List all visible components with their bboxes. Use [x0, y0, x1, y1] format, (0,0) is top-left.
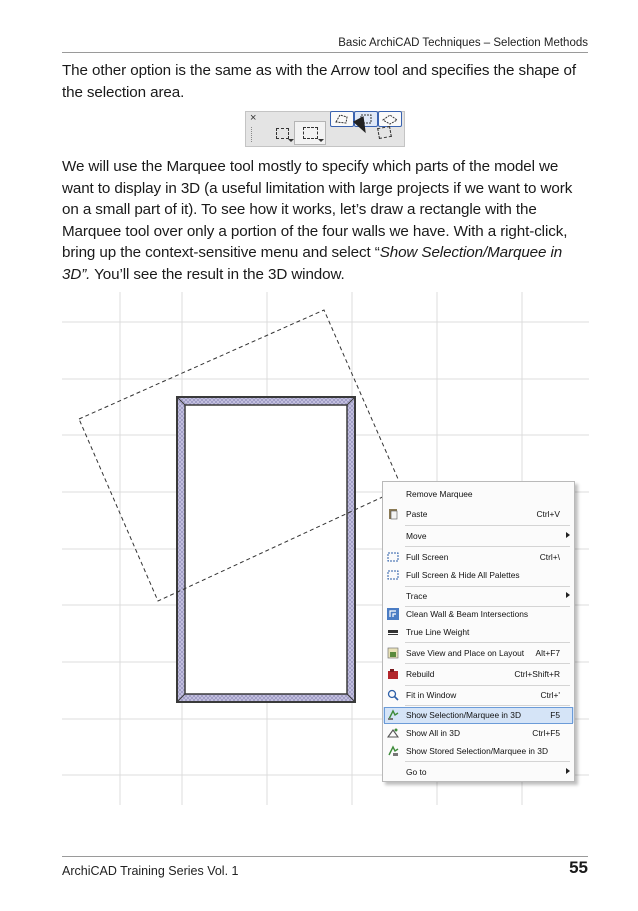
menu-item-label: Clean Wall & Beam Intersections — [406, 609, 529, 619]
marquee-info-box-toolbar: × — [245, 111, 405, 147]
menu-item-move[interactable]: Move — [383, 528, 574, 544]
menu-separator — [405, 525, 570, 526]
show-all-3d-icon — [386, 727, 400, 739]
fit-in-window-icon — [387, 689, 399, 701]
menu-item-label: Rebuild — [406, 669, 435, 679]
true-line-weight-icon — [387, 626, 399, 638]
close-icon[interactable]: × — [250, 112, 256, 124]
menu-item-label: Remove Marquee — [406, 489, 473, 499]
full-screen-icon — [387, 551, 399, 563]
page-number: 55 — [569, 858, 588, 877]
menu-item-go-to[interactable]: Go to — [383, 764, 574, 780]
save-view-icon — [387, 647, 399, 659]
menu-item-label: Show All in 3D — [406, 728, 460, 738]
menu-item-shortcut: Ctrl+\ — [539, 552, 560, 562]
clean-intersections-icon — [387, 608, 399, 620]
menu-separator — [405, 586, 570, 587]
menu-item-remove-marquee[interactable]: Remove Marquee — [383, 486, 574, 502]
context-menu: Remove Marquee Paste Ctrl+V Move Full Sc… — [382, 481, 575, 782]
menu-separator — [405, 642, 570, 643]
rebuild-icon — [387, 668, 399, 680]
menu-item-save-view-place-on-layout[interactable]: Save View and Place on Layout Alt+F7 — [383, 645, 574, 661]
menu-item-shortcut: Ctrl+Shift+R — [514, 669, 560, 679]
menu-separator — [405, 705, 570, 706]
body-text-end: You’ll see the result in the 3D window. — [90, 265, 345, 283]
marquee-extra-icon[interactable] — [372, 121, 398, 143]
footer-rule — [62, 856, 588, 857]
menu-item-trace[interactable]: Trace — [383, 588, 574, 604]
menu-separator — [405, 546, 570, 547]
menu-item-fit-in-window[interactable]: Fit in Window Ctrl+' — [383, 687, 574, 703]
menu-separator — [405, 685, 570, 686]
menu-item-label: Fit in Window — [406, 690, 457, 700]
menu-item-show-all-3d[interactable]: Show All in 3D Ctrl+F5 — [383, 725, 574, 741]
submenu-arrow-icon — [566, 592, 570, 598]
show-selection-3d-icon — [387, 709, 399, 721]
show-stored-selection-3d-icon — [387, 745, 399, 757]
toolbar-grip-handle[interactable] — [251, 127, 253, 142]
body-paragraph: We will use the Marquee tool mostly to s… — [62, 156, 592, 285]
menu-separator — [405, 663, 570, 664]
full-screen-hide-palettes-icon — [387, 569, 399, 581]
menu-item-label: Go to — [406, 767, 427, 777]
menu-separator — [405, 761, 570, 762]
menu-item-shortcut: Ctrl+' — [540, 690, 560, 700]
menu-item-label: Show Stored Selection/Marquee in 3D — [406, 746, 548, 756]
menu-item-label: True Line Weight — [406, 627, 470, 637]
menu-item-full-screen-hide-palettes[interactable]: Full Screen & Hide All Palettes — [383, 567, 574, 583]
menu-item-show-stored-selection-3d[interactable]: Show Stored Selection/Marquee in 3D — [383, 743, 574, 759]
menu-item-rebuild[interactable]: Rebuild Ctrl+Shift+R — [383, 666, 574, 682]
menu-item-paste[interactable]: Paste Ctrl+V — [383, 506, 574, 522]
menu-item-full-screen[interactable]: Full Screen Ctrl+\ — [383, 549, 574, 565]
menu-item-shortcut: Ctrl+V — [536, 509, 560, 519]
intro-paragraph: The other option is the same as with the… — [62, 62, 576, 101]
footer-series-title: ArchiCAD Training Series Vol. 1 — [62, 864, 239, 878]
header-rule — [62, 52, 588, 53]
menu-item-label: Trace — [406, 591, 428, 601]
submenu-arrow-icon — [566, 768, 570, 774]
marquee-rectangle-pressed-icon[interactable] — [294, 121, 326, 145]
menu-item-label: Move — [406, 531, 427, 541]
walls — [176, 396, 356, 703]
marquee-polygon-icon[interactable] — [330, 111, 354, 127]
menu-item-shortcut: F5 — [550, 710, 560, 720]
running-header: Basic ArchiCAD Techniques – Selection Me… — [338, 37, 588, 49]
menu-item-true-line-weight[interactable]: True Line Weight — [383, 624, 574, 640]
menu-item-label: Save View and Place on Layout — [406, 648, 525, 658]
menu-item-clean-intersections[interactable]: Clean Wall & Beam Intersections — [383, 606, 574, 622]
menu-item-label: Full Screen — [406, 552, 449, 562]
submenu-arrow-icon — [566, 532, 570, 538]
menu-item-label: Show Selection/Marquee in 3D — [406, 710, 521, 720]
menu-item-label: Full Screen & Hide All Palettes — [406, 570, 520, 580]
marquee-rectangle-icon[interactable] — [268, 121, 296, 145]
menu-item-label: Paste — [406, 509, 428, 519]
paste-icon — [387, 508, 399, 520]
menu-item-shortcut: Ctrl+F5 — [532, 728, 560, 738]
menu-item-shortcut: Alt+F7 — [535, 648, 560, 658]
menu-item-show-selection-3d[interactable]: Show Selection/Marquee in 3D F5 — [383, 707, 574, 724]
